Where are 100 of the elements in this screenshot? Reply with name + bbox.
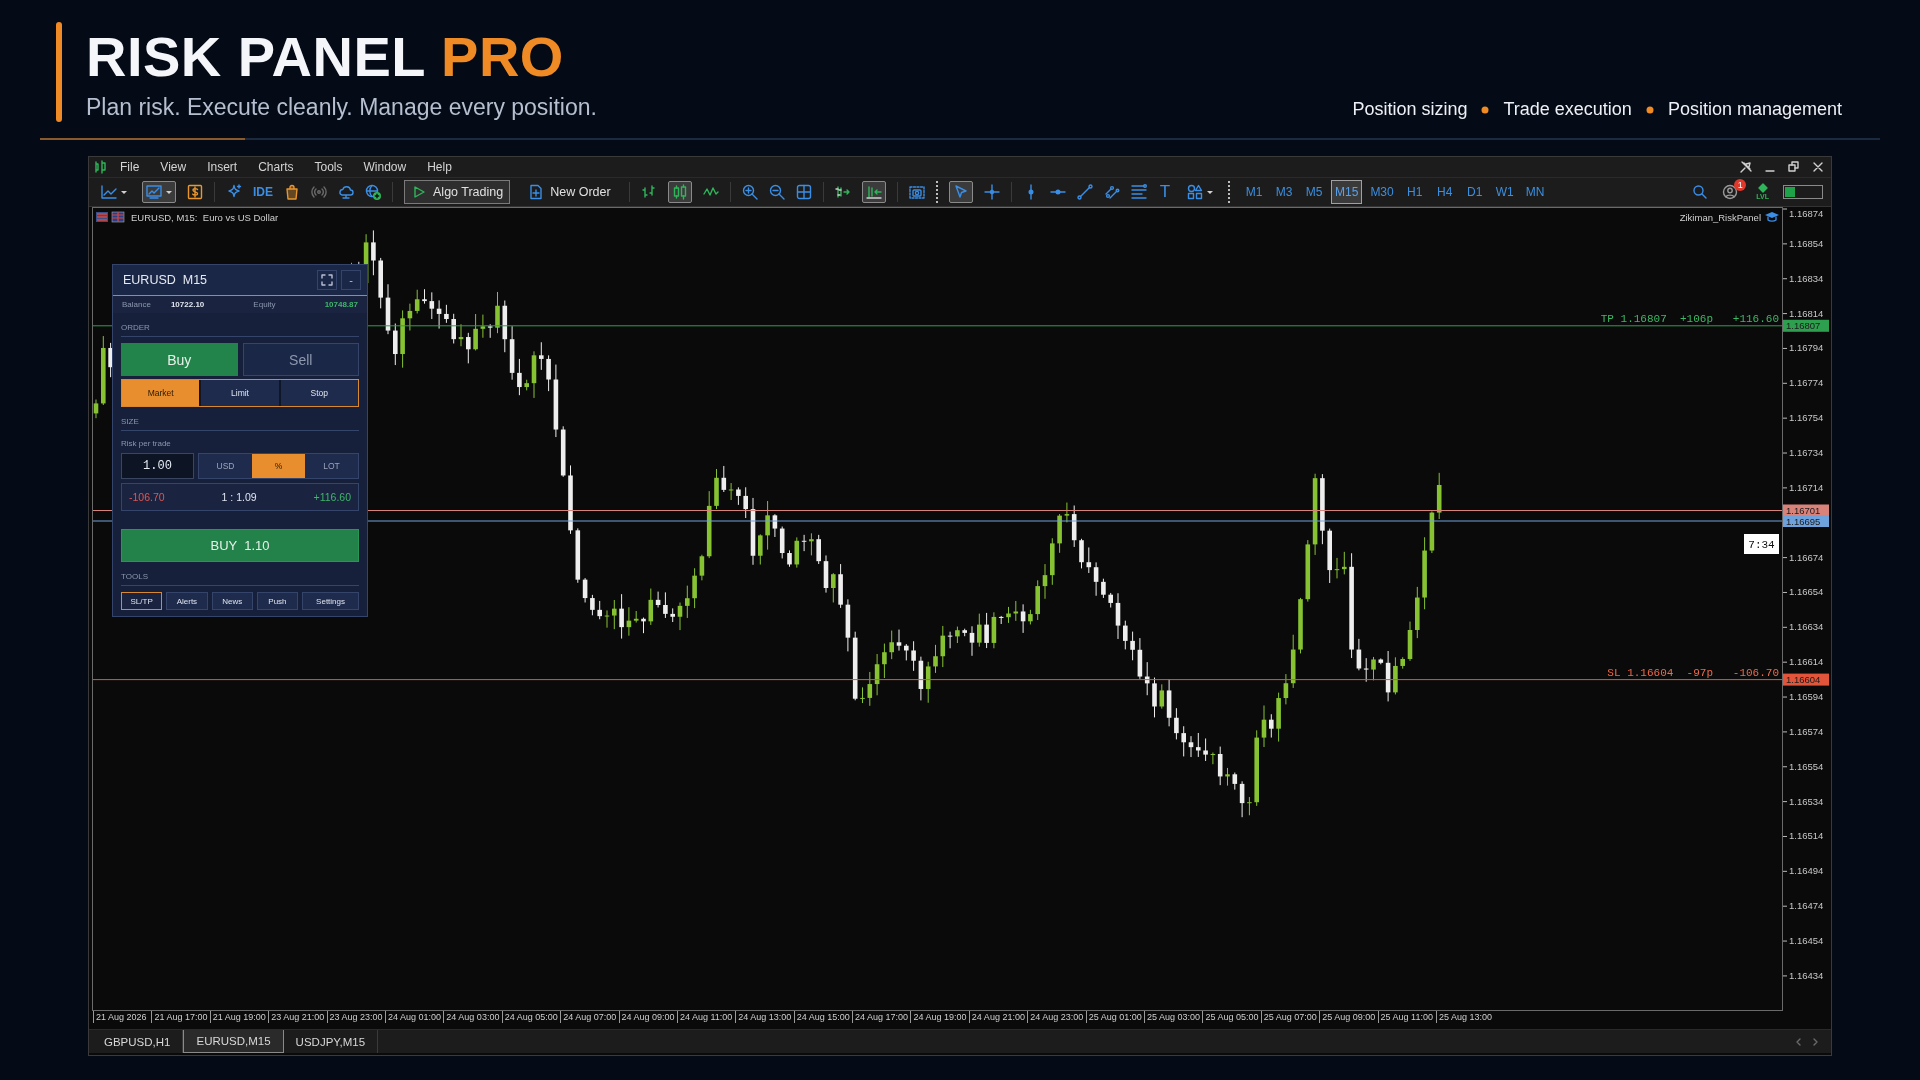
ide-button[interactable]: IDE — [253, 185, 273, 199]
time-label: 25 Aug 11:00 — [1377, 1011, 1436, 1023]
timeframe-button[interactable]: M3 — [1271, 180, 1298, 204]
signal-icon[interactable] — [311, 184, 327, 200]
bullet-dot-icon — [1645, 105, 1654, 114]
chart-window-toggle[interactable] — [142, 181, 176, 203]
bullet-dot-icon — [1481, 105, 1490, 114]
bar-chart-icon[interactable] — [640, 184, 657, 200]
timeframe-button[interactable]: MN — [1521, 180, 1549, 204]
caret-icon[interactable] — [1207, 190, 1214, 194]
minimize-button[interactable]: - — [341, 270, 361, 290]
cloud-icon[interactable] — [338, 184, 354, 200]
chevron-right-icon[interactable] — [1812, 1037, 1819, 1046]
price-label: 1.16654 — [1782, 586, 1824, 598]
algo-trading-button[interactable]: Algo Trading — [404, 180, 511, 204]
time-label: 25 Aug 03:00 — [1144, 1011, 1203, 1023]
menu-item[interactable]: Window — [354, 157, 419, 177]
diamond-icon — [1756, 183, 1769, 193]
order-type-tab[interactable]: Limit — [199, 380, 279, 406]
tool-button[interactable]: Push — [256, 592, 299, 610]
timeframe-button[interactable]: M30 — [1366, 180, 1398, 204]
timeframe-button[interactable]: H4 — [1431, 180, 1458, 204]
unit-toggle[interactable]: LOT — [305, 454, 358, 478]
tool-button[interactable]: News — [211, 592, 253, 610]
timeframe-button[interactable]: W1 — [1491, 180, 1518, 204]
user-icon[interactable] — [1722, 184, 1739, 200]
timeframe-button[interactable]: H1 — [1401, 180, 1428, 204]
sparkle-icon[interactable] — [226, 184, 242, 200]
trendline-icon[interactable] — [1076, 184, 1093, 200]
globe-plus-icon[interactable] — [365, 184, 381, 200]
panel-title: EURUSD M15 — [123, 273, 208, 287]
fibonacci-lines-icon[interactable] — [1130, 184, 1147, 200]
price-label: 1.16854 — [1782, 237, 1824, 249]
menu-item[interactable]: Tools — [305, 157, 355, 177]
reward-ratio: 1 : 1.09 — [221, 491, 257, 503]
crosshair-icon[interactable] — [983, 184, 1000, 200]
price-label: 1.16834 — [1782, 272, 1824, 284]
caret-icon[interactable] — [121, 190, 127, 194]
price-label: 1.16634 — [1782, 621, 1824, 633]
menu-item[interactable]: File — [111, 157, 152, 177]
page-title: RISK PANEL PRO — [86, 24, 565, 90]
cursor-toggle[interactable] — [948, 181, 973, 203]
zoom-in-icon[interactable] — [741, 184, 758, 200]
tool-button[interactable]: Alerts — [166, 592, 208, 610]
restore-icon[interactable] — [1787, 160, 1801, 174]
order-type-tab[interactable]: Stop — [278, 380, 358, 406]
sell-button[interactable]: Sell — [242, 343, 359, 376]
tool-button[interactable]: Settings — [302, 592, 360, 610]
line-chart-icon[interactable] — [101, 184, 117, 200]
countdown-timer: 7:34 — [1744, 534, 1779, 554]
chart-shift-icon[interactable] — [834, 184, 851, 200]
price-label: 1.16714 — [1782, 481, 1824, 493]
caret-icon[interactable] — [166, 190, 172, 194]
pin-icon[interactable] — [1739, 160, 1753, 174]
risk-input[interactable]: 1.00 — [121, 453, 194, 479]
timeframe-button[interactable]: M1 — [1241, 180, 1268, 204]
dollar-icon[interactable] — [187, 184, 203, 200]
search-icon[interactable] — [1692, 184, 1709, 200]
bag-icon[interactable] — [284, 184, 300, 200]
buy-button[interactable]: Buy — [121, 343, 238, 376]
timeframe-button[interactable]: D1 — [1461, 180, 1488, 204]
time-label: 24 Aug 15:00 — [793, 1011, 853, 1023]
channel-icon[interactable] — [1103, 184, 1120, 200]
tool-button[interactable]: SL/TP — [121, 592, 163, 610]
chart-tab[interactable]: EURUSD,M15 — [183, 1030, 284, 1053]
price-label: 1.16734 — [1782, 447, 1824, 458]
grid-icon[interactable] — [795, 184, 812, 200]
flag-icon[interactable] — [111, 211, 125, 223]
text-tool-button[interactable]: T — [1157, 182, 1173, 202]
time-label: 24 Aug 17:00 — [852, 1011, 911, 1023]
price-label: 1.16814 — [1782, 307, 1824, 319]
close-icon[interactable] — [1811, 160, 1825, 174]
chevron-left-icon[interactable] — [1795, 1037, 1802, 1046]
expand-button[interactable] — [317, 270, 337, 290]
time-label: 25 Aug 13:00 — [1436, 1011, 1495, 1023]
section-heading: SIZE — [121, 417, 359, 431]
time-label: 24 Aug 11:00 — [676, 1011, 736, 1023]
price-label: 1.16674 — [1782, 551, 1824, 563]
candlestick-toggle[interactable] — [667, 181, 692, 203]
auto-scroll-toggle[interactable] — [861, 181, 886, 203]
menu-item[interactable]: Insert — [198, 157, 250, 177]
unit-toggle[interactable]: USD — [199, 454, 252, 478]
menu-item[interactable]: View — [151, 157, 199, 177]
timeframe-button[interactable]: M15 — [1331, 180, 1363, 204]
cursor-icon — [952, 184, 969, 200]
unit-toggle[interactable]: % — [252, 454, 305, 478]
new-order-button[interactable]: New Order — [521, 180, 618, 204]
menu-item[interactable]: Help — [418, 157, 464, 177]
order-type-tab[interactable]: Market — [122, 380, 200, 406]
timeframe-button[interactable]: M5 — [1301, 180, 1328, 204]
zoom-out-icon[interactable] — [768, 184, 785, 200]
price-tag: 1.16695 — [1783, 515, 1829, 527]
camera-icon[interactable] — [908, 184, 925, 200]
shapes-icon[interactable] — [1187, 184, 1204, 200]
buy-order-button[interactable]: BUY 1.10 — [121, 529, 359, 562]
menu-item[interactable]: Charts — [249, 157, 306, 177]
price-label: 1.16794 — [1782, 342, 1824, 354]
time-label: 24 Aug 13:00 — [735, 1011, 794, 1023]
time-label: 24 Aug 03:00 — [443, 1011, 502, 1023]
time-label: 24 Aug 21:00 — [968, 1011, 1028, 1023]
